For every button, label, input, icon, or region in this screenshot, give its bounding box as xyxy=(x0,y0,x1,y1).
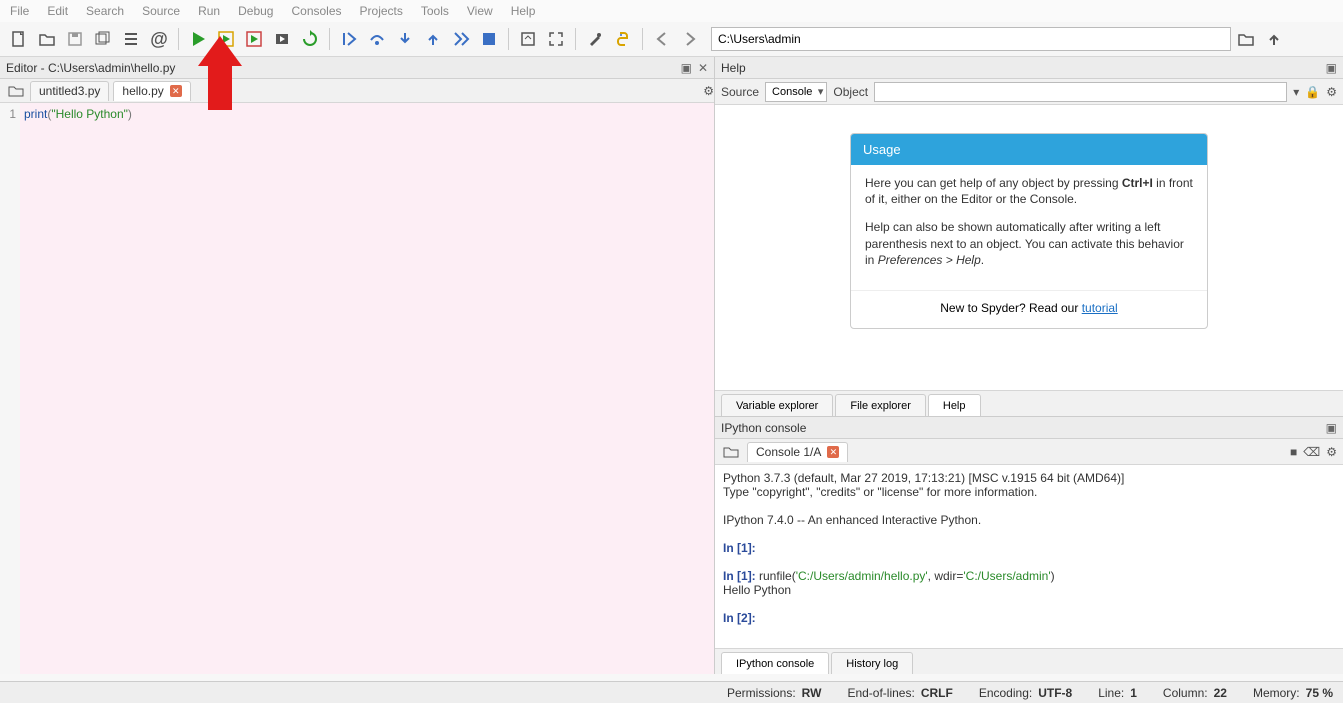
maximize-pane-icon[interactable] xyxy=(515,26,541,52)
run-selection-icon[interactable] xyxy=(269,26,295,52)
browse-dir-icon[interactable] xyxy=(1233,26,1259,52)
run-cell-advance-icon[interactable] xyxy=(241,26,267,52)
editor-pane-title: Editor - C:\Users\admin\hello.py ▣✕ xyxy=(0,57,714,79)
menu-help[interactable]: Help xyxy=(511,4,536,18)
code-content[interactable]: print("Hello Python") xyxy=(20,103,714,674)
usage-panel: Usage Here you can get help of any objec… xyxy=(850,133,1208,329)
source-combo[interactable]: Console xyxy=(765,82,827,102)
save-all-icon[interactable] xyxy=(90,26,116,52)
code-editor[interactable]: 1 print("Hello Python") xyxy=(0,103,714,674)
usage-footer: New to Spyder? Read our tutorial xyxy=(851,290,1207,325)
at-icon[interactable]: @ xyxy=(146,26,172,52)
help-pane-title: Help ▣ xyxy=(715,57,1343,79)
menu-run[interactable]: Run xyxy=(198,4,220,18)
menu-edit[interactable]: Edit xyxy=(47,4,68,18)
forward-icon[interactable] xyxy=(677,26,703,52)
menu-projects[interactable]: Projects xyxy=(360,4,403,18)
step-over-icon[interactable] xyxy=(364,26,390,52)
console-output[interactable]: Python 3.7.3 (default, Mar 27 2019, 17:1… xyxy=(715,465,1343,648)
open-file-icon[interactable] xyxy=(34,26,60,52)
step-into-icon[interactable] xyxy=(392,26,418,52)
menu-debug[interactable]: Debug xyxy=(238,4,273,18)
python-path-icon[interactable] xyxy=(610,26,636,52)
tab-file-explorer[interactable]: File explorer xyxy=(835,394,926,416)
source-label: Source xyxy=(721,85,759,99)
editor-tabs: untitled3.py hello.py✕ ⚙ xyxy=(0,79,714,103)
continue-icon[interactable] xyxy=(448,26,474,52)
working-dir-input[interactable] xyxy=(711,27,1231,51)
close-icon[interactable]: ✕ xyxy=(827,446,839,458)
parent-dir-icon[interactable] xyxy=(1261,26,1287,52)
run-icon[interactable] xyxy=(185,26,211,52)
tab-ipython-console[interactable]: IPython console xyxy=(721,652,829,674)
clear-console-icon[interactable]: ⌫ xyxy=(1303,445,1320,459)
tab-history-log[interactable]: History log xyxy=(831,652,913,674)
tutorial-link[interactable]: tutorial xyxy=(1082,301,1118,315)
object-input[interactable] xyxy=(874,82,1287,102)
tab-browse-icon[interactable] xyxy=(6,82,26,100)
help-options-icon[interactable]: ⚙ xyxy=(1326,85,1337,99)
list-icon[interactable] xyxy=(118,26,144,52)
console-pane-title: IPython console ▣ xyxy=(715,417,1343,439)
debug-icon[interactable] xyxy=(336,26,362,52)
menu-view[interactable]: View xyxy=(467,4,493,18)
dropdown-icon[interactable]: ▾ xyxy=(1293,85,1299,99)
tab-untitled3[interactable]: untitled3.py xyxy=(30,81,109,101)
usage-heading: Usage xyxy=(851,134,1207,165)
main-toolbar: @ xyxy=(0,22,1343,57)
tab-variable-explorer[interactable]: Variable explorer xyxy=(721,394,833,416)
menu-tools[interactable]: Tools xyxy=(421,4,449,18)
console-browse-icon[interactable] xyxy=(721,443,741,461)
step-out-icon[interactable] xyxy=(420,26,446,52)
rerun-icon[interactable] xyxy=(297,26,323,52)
preferences-icon[interactable] xyxy=(582,26,608,52)
pane-close-icon[interactable]: ✕ xyxy=(698,61,708,75)
close-icon[interactable]: ✕ xyxy=(170,85,182,97)
console-tabs: Console 1/A✕ ■ ⌫ ⚙ xyxy=(715,439,1343,465)
line-gutter: 1 xyxy=(0,103,20,674)
right-subtabs: Variable explorer File explorer Help xyxy=(715,390,1343,416)
help-toolbar: Source Console Object ▾ 🔒 ⚙ xyxy=(715,79,1343,105)
menu-bar: File Edit Search Source Run Debug Consol… xyxy=(0,0,1343,22)
tab-hello[interactable]: hello.py✕ xyxy=(113,81,190,101)
menu-search[interactable]: Search xyxy=(86,4,124,18)
help-body: Usage Here you can get help of any objec… xyxy=(715,105,1343,390)
object-label: Object xyxy=(833,85,868,99)
run-cell-icon[interactable] xyxy=(213,26,239,52)
save-icon[interactable] xyxy=(62,26,88,52)
back-icon[interactable] xyxy=(649,26,675,52)
lock-icon[interactable]: 🔒 xyxy=(1305,85,1320,99)
pane-undock-icon[interactable]: ▣ xyxy=(1326,61,1337,75)
new-file-icon[interactable] xyxy=(6,26,32,52)
status-bar: Permissions:RW End-of-lines:CRLF Encodin… xyxy=(0,681,1343,703)
menu-source[interactable]: Source xyxy=(142,4,180,18)
editor-options-icon[interactable]: ⚙ xyxy=(703,84,714,98)
tab-help[interactable]: Help xyxy=(928,394,981,416)
menu-file[interactable]: File xyxy=(10,4,29,18)
fullscreen-icon[interactable] xyxy=(543,26,569,52)
menu-consoles[interactable]: Consoles xyxy=(291,4,341,18)
console-subtabs: IPython console History log xyxy=(715,648,1343,674)
console-tab-1a[interactable]: Console 1/A✕ xyxy=(747,442,848,462)
pane-undock-icon[interactable]: ▣ xyxy=(681,61,692,75)
pane-undock-icon[interactable]: ▣ xyxy=(1326,421,1337,435)
stop-kernel-icon[interactable]: ■ xyxy=(1290,445,1297,459)
stop-icon[interactable] xyxy=(476,26,502,52)
console-options-icon[interactable]: ⚙ xyxy=(1326,445,1337,459)
